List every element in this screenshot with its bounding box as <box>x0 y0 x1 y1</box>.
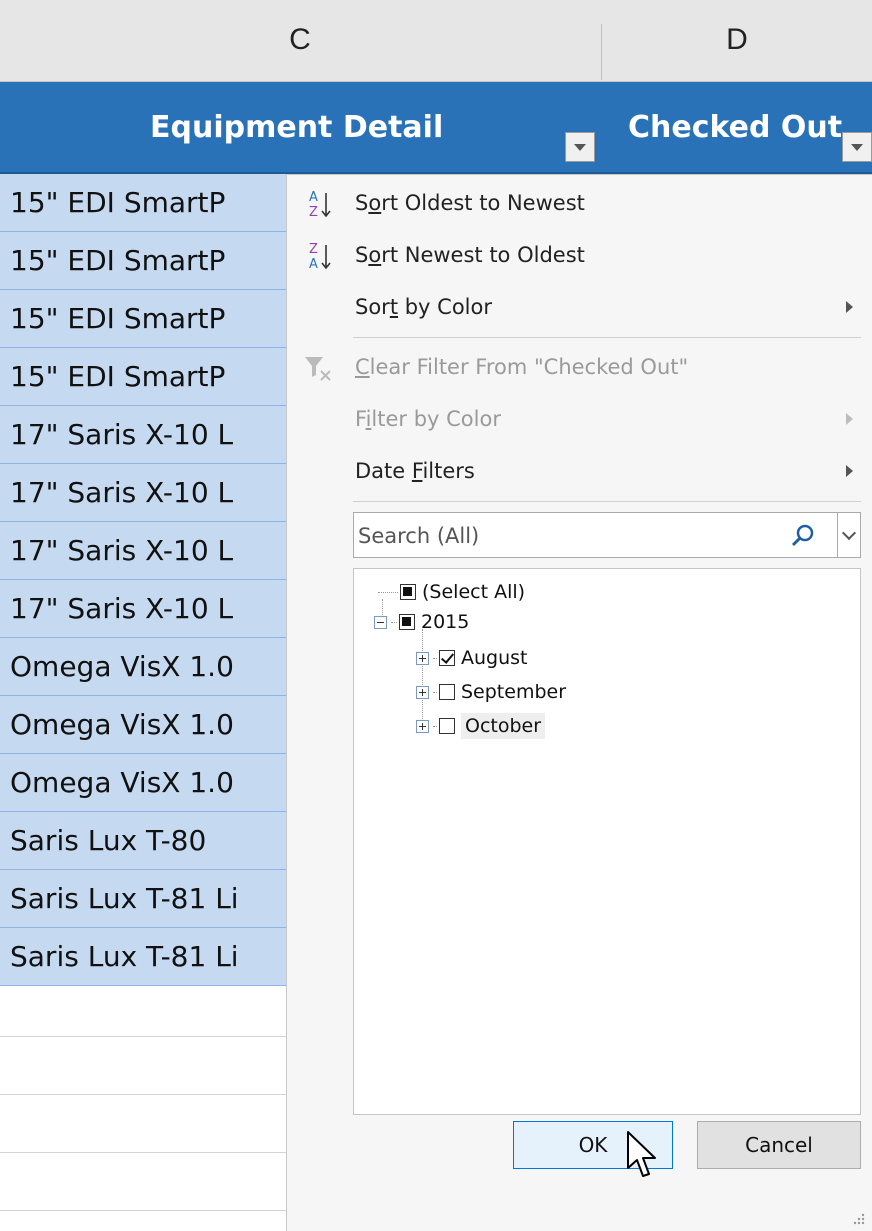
empty-row-line <box>0 1210 288 1211</box>
column-header-d[interactable]: D <box>602 0 872 82</box>
checkbox-year[interactable] <box>399 614 415 630</box>
tree-item-month[interactable]: August <box>416 643 528 673</box>
chevron-down-icon <box>574 143 586 151</box>
menu-sort-oldest-to-newest[interactable]: A Z Sort Oldest to Newest <box>287 177 872 229</box>
menu-label: Date Filters <box>355 459 475 483</box>
chevron-down-icon <box>841 525 857 541</box>
tree-connector <box>433 725 437 727</box>
data-rows: 15" EDI SmartP 15" EDI SmartP 15" EDI Sm… <box>0 174 288 986</box>
header-equipment-detail: Equipment Detail <box>150 110 444 145</box>
menu-divider <box>353 501 861 502</box>
checkbox-august[interactable] <box>439 650 455 666</box>
tree-item-label: August <box>461 647 528 669</box>
table-header-row: Equipment Detail Checked Out <box>0 82 872 174</box>
table-row[interactable]: 17" Saris X-10 L <box>0 580 288 638</box>
table-row[interactable]: Saris Lux T-81 Li <box>0 870 288 928</box>
filter-value-tree: (Select All) 2015 August September Octob… <box>353 568 861 1115</box>
svg-text:A: A <box>309 190 318 205</box>
mouse-pointer-icon <box>627 1131 656 1177</box>
menu-filter-by-color: Filter by Color <box>287 393 872 445</box>
tree-item-label: October <box>461 713 546 739</box>
table-row[interactable]: 15" EDI SmartP <box>0 348 288 406</box>
menu-label: Clear Filter From "Checked Out" <box>355 355 689 379</box>
table-row[interactable]: 15" EDI SmartP <box>0 290 288 348</box>
checkbox-select-all[interactable] <box>400 584 416 600</box>
chevron-down-icon <box>851 143 863 151</box>
tree-connector <box>378 591 398 593</box>
menu-clear-filter: Clear Filter From "Checked Out" <box>287 341 872 393</box>
tree-item-year[interactable]: 2015 <box>374 607 469 637</box>
expand-icon[interactable] <box>416 651 429 665</box>
expand-icon[interactable] <box>416 685 429 699</box>
empty-row-line <box>0 1036 288 1037</box>
tree-connector <box>433 657 437 659</box>
table-row[interactable]: Omega VisX 1.0 <box>0 754 288 812</box>
table-row[interactable]: 17" Saris X-10 L <box>0 406 288 464</box>
menu-divider <box>353 337 861 338</box>
tree-item-select-all[interactable]: (Select All) <box>378 577 525 607</box>
tree-item-label: September <box>461 681 567 703</box>
menu-label: Sort Oldest to Newest <box>355 191 585 215</box>
menu-date-filters[interactable]: Date Filters <box>287 445 872 497</box>
tree-item-label: 2015 <box>421 611 470 633</box>
tree-item-month[interactable]: September <box>416 677 566 707</box>
column-header-c[interactable]: C <box>0 0 600 82</box>
menu-sort-by-color[interactable]: Sort by Color <box>287 281 872 333</box>
table-row[interactable]: Saris Lux T-81 Li <box>0 928 288 986</box>
resize-grip-icon[interactable] <box>852 1211 866 1225</box>
menu-label: Filter by Color <box>355 407 501 431</box>
svg-text:Z: Z <box>309 205 318 220</box>
tree-connector <box>391 621 397 623</box>
column-header-bar: C D <box>0 0 872 82</box>
search-box <box>353 512 861 559</box>
empty-row-line <box>0 1152 288 1153</box>
checkbox-september[interactable] <box>439 684 455 700</box>
menu-label: Sort by Color <box>355 295 492 319</box>
table-row[interactable]: 17" Saris X-10 L <box>0 464 288 522</box>
table-row[interactable]: 15" EDI SmartP <box>0 174 288 232</box>
tree-connector <box>433 691 437 693</box>
tree-item-label: (Select All) <box>422 581 526 603</box>
chevron-right-icon <box>846 465 853 477</box>
chevron-right-icon <box>846 301 853 313</box>
filter-button-equipment[interactable] <box>565 132 595 162</box>
search-dropdown-button[interactable] <box>837 513 860 557</box>
table-row[interactable]: 17" Saris X-10 L <box>0 522 288 580</box>
empty-row-line <box>0 1094 288 1095</box>
tree-item-month[interactable]: October <box>416 711 546 741</box>
table-row[interactable]: 15" EDI SmartP <box>0 232 288 290</box>
sort-descending-icon: Z A <box>309 242 331 272</box>
search-icon[interactable] <box>790 523 816 549</box>
table-row[interactable]: Saris Lux T-80 <box>0 812 288 870</box>
svg-text:A: A <box>309 257 318 272</box>
header-checked-out: Checked Out <box>628 110 843 145</box>
table-row[interactable]: Omega VisX 1.0 <box>0 638 288 696</box>
expand-icon[interactable] <box>416 719 429 733</box>
chevron-right-icon <box>846 413 853 425</box>
autofilter-dropdown: A Z Sort Oldest to Newest Z A Sort Newes… <box>286 174 872 1231</box>
table-row[interactable]: Omega VisX 1.0 <box>0 696 288 754</box>
menu-sort-newest-to-oldest[interactable]: Z A Sort Newest to Oldest <box>287 229 872 281</box>
search-input[interactable] <box>354 513 790 559</box>
collapse-icon[interactable] <box>374 615 387 629</box>
checkbox-october[interactable] <box>439 718 455 734</box>
svg-text:Z: Z <box>309 242 318 257</box>
clear-filter-icon <box>305 357 331 381</box>
sort-ascending-icon: A Z <box>309 190 331 220</box>
menu-label: Sort Newest to Oldest <box>355 243 585 267</box>
filter-button-checked-out[interactable] <box>842 132 872 162</box>
cancel-button[interactable]: Cancel <box>697 1121 861 1169</box>
